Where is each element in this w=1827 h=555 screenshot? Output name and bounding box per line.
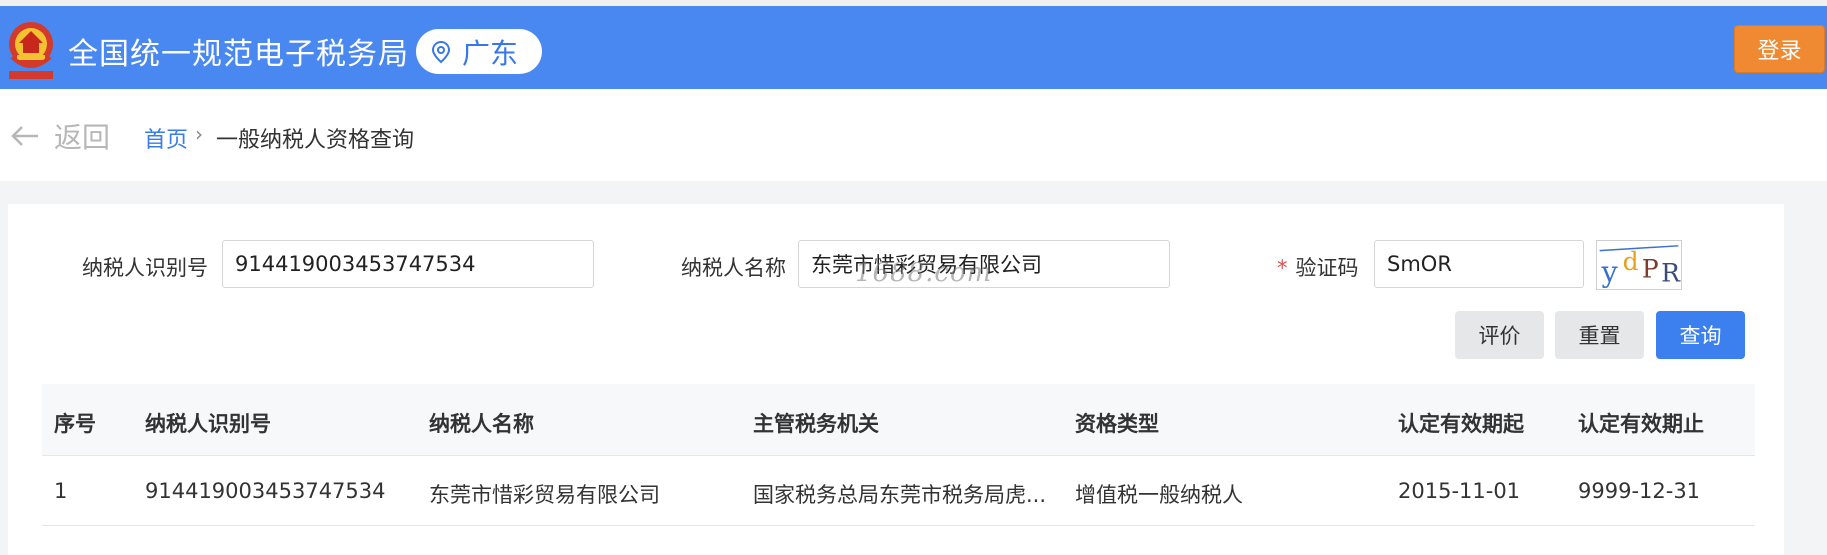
tax-emblem-icon (9, 22, 53, 79)
cell-tax-authority: 国家税务总局东莞市税务局虎... (753, 483, 1047, 507)
watermark: 1688.com (855, 258, 993, 288)
required-mark: * (1277, 256, 1288, 280)
back-button[interactable]: 返回 (10, 116, 110, 156)
cell-taxpayer-name: 东莞市惜彩贸易有限公司 (429, 483, 660, 507)
reset-button[interactable]: 重置 (1555, 311, 1644, 359)
table-row: 1 914419003453747534 东莞市惜彩贸易有限公司 国家税务总局东… (42, 456, 1755, 526)
captcha-char-3: P (1642, 254, 1659, 283)
col-valid-to: 认定有效期止 (1578, 412, 1704, 436)
site-header: 全国统一规范电子税务局 广东 登录 (0, 6, 1827, 89)
captcha-char-2: d (1623, 247, 1639, 276)
location-pin-icon (431, 40, 451, 63)
back-label: 返回 (54, 121, 111, 154)
region-selector[interactable]: 广东 (416, 29, 542, 74)
col-taxpayer-id: 纳税人识别号 (145, 412, 271, 436)
arrow-left-icon (11, 126, 38, 146)
captcha-input[interactable] (1374, 240, 1584, 288)
captcha-label-text: 验证码 (1295, 256, 1359, 280)
login-button[interactable]: 登录 (1734, 25, 1825, 73)
cell-valid-to: 9999-12-31 (1578, 479, 1701, 503)
cell-index: 1 (54, 479, 68, 503)
table-header: 序号 纳税人识别号 纳税人名称 主管税务机关 资格类型 认定有效期起 认定有效期… (42, 384, 1755, 456)
query-button[interactable]: 查询 (1656, 311, 1745, 359)
captcha-char-1: y (1601, 254, 1619, 288)
captcha-label: * 验证码 (1277, 252, 1359, 282)
taxpayer-name-label: 纳税人名称 (681, 256, 786, 280)
captcha-image[interactable]: y d P R (1596, 240, 1682, 290)
taxpayer-id-input[interactable] (222, 240, 594, 288)
col-index: 序号 (54, 412, 96, 436)
breadcrumb-current: 一般纳税人资格查询 (216, 128, 415, 153)
captcha-char-4: R (1661, 258, 1681, 287)
taxpayer-id-label: 纳税人识别号 (82, 256, 208, 280)
col-qualification-type: 资格类型 (1075, 412, 1159, 436)
cell-taxpayer-id: 914419003453747534 (145, 479, 386, 503)
col-taxpayer-name: 纳税人名称 (429, 412, 534, 436)
breadcrumb-home-link[interactable]: 首页 (144, 122, 188, 154)
cell-qualification-type: 增值税一般纳税人 (1075, 483, 1243, 507)
breadcrumb-bar: 返回 首页 › 一般纳税人资格查询 (0, 89, 1827, 181)
col-tax-authority: 主管税务机关 (753, 412, 879, 436)
cell-valid-from: 2015-11-01 (1398, 479, 1521, 503)
rate-button[interactable]: 评价 (1455, 311, 1544, 359)
site-title: 全国统一规范电子税务局 (68, 37, 409, 72)
region-label: 广东 (462, 36, 519, 70)
col-valid-from: 认定有效期起 (1398, 412, 1524, 436)
breadcrumb-separator-icon: › (195, 122, 203, 146)
query-panel: 纳税人识别号 纳税人名称 * 验证码 y d P R 评价 重置 查询 序号 纳税… (8, 204, 1784, 555)
